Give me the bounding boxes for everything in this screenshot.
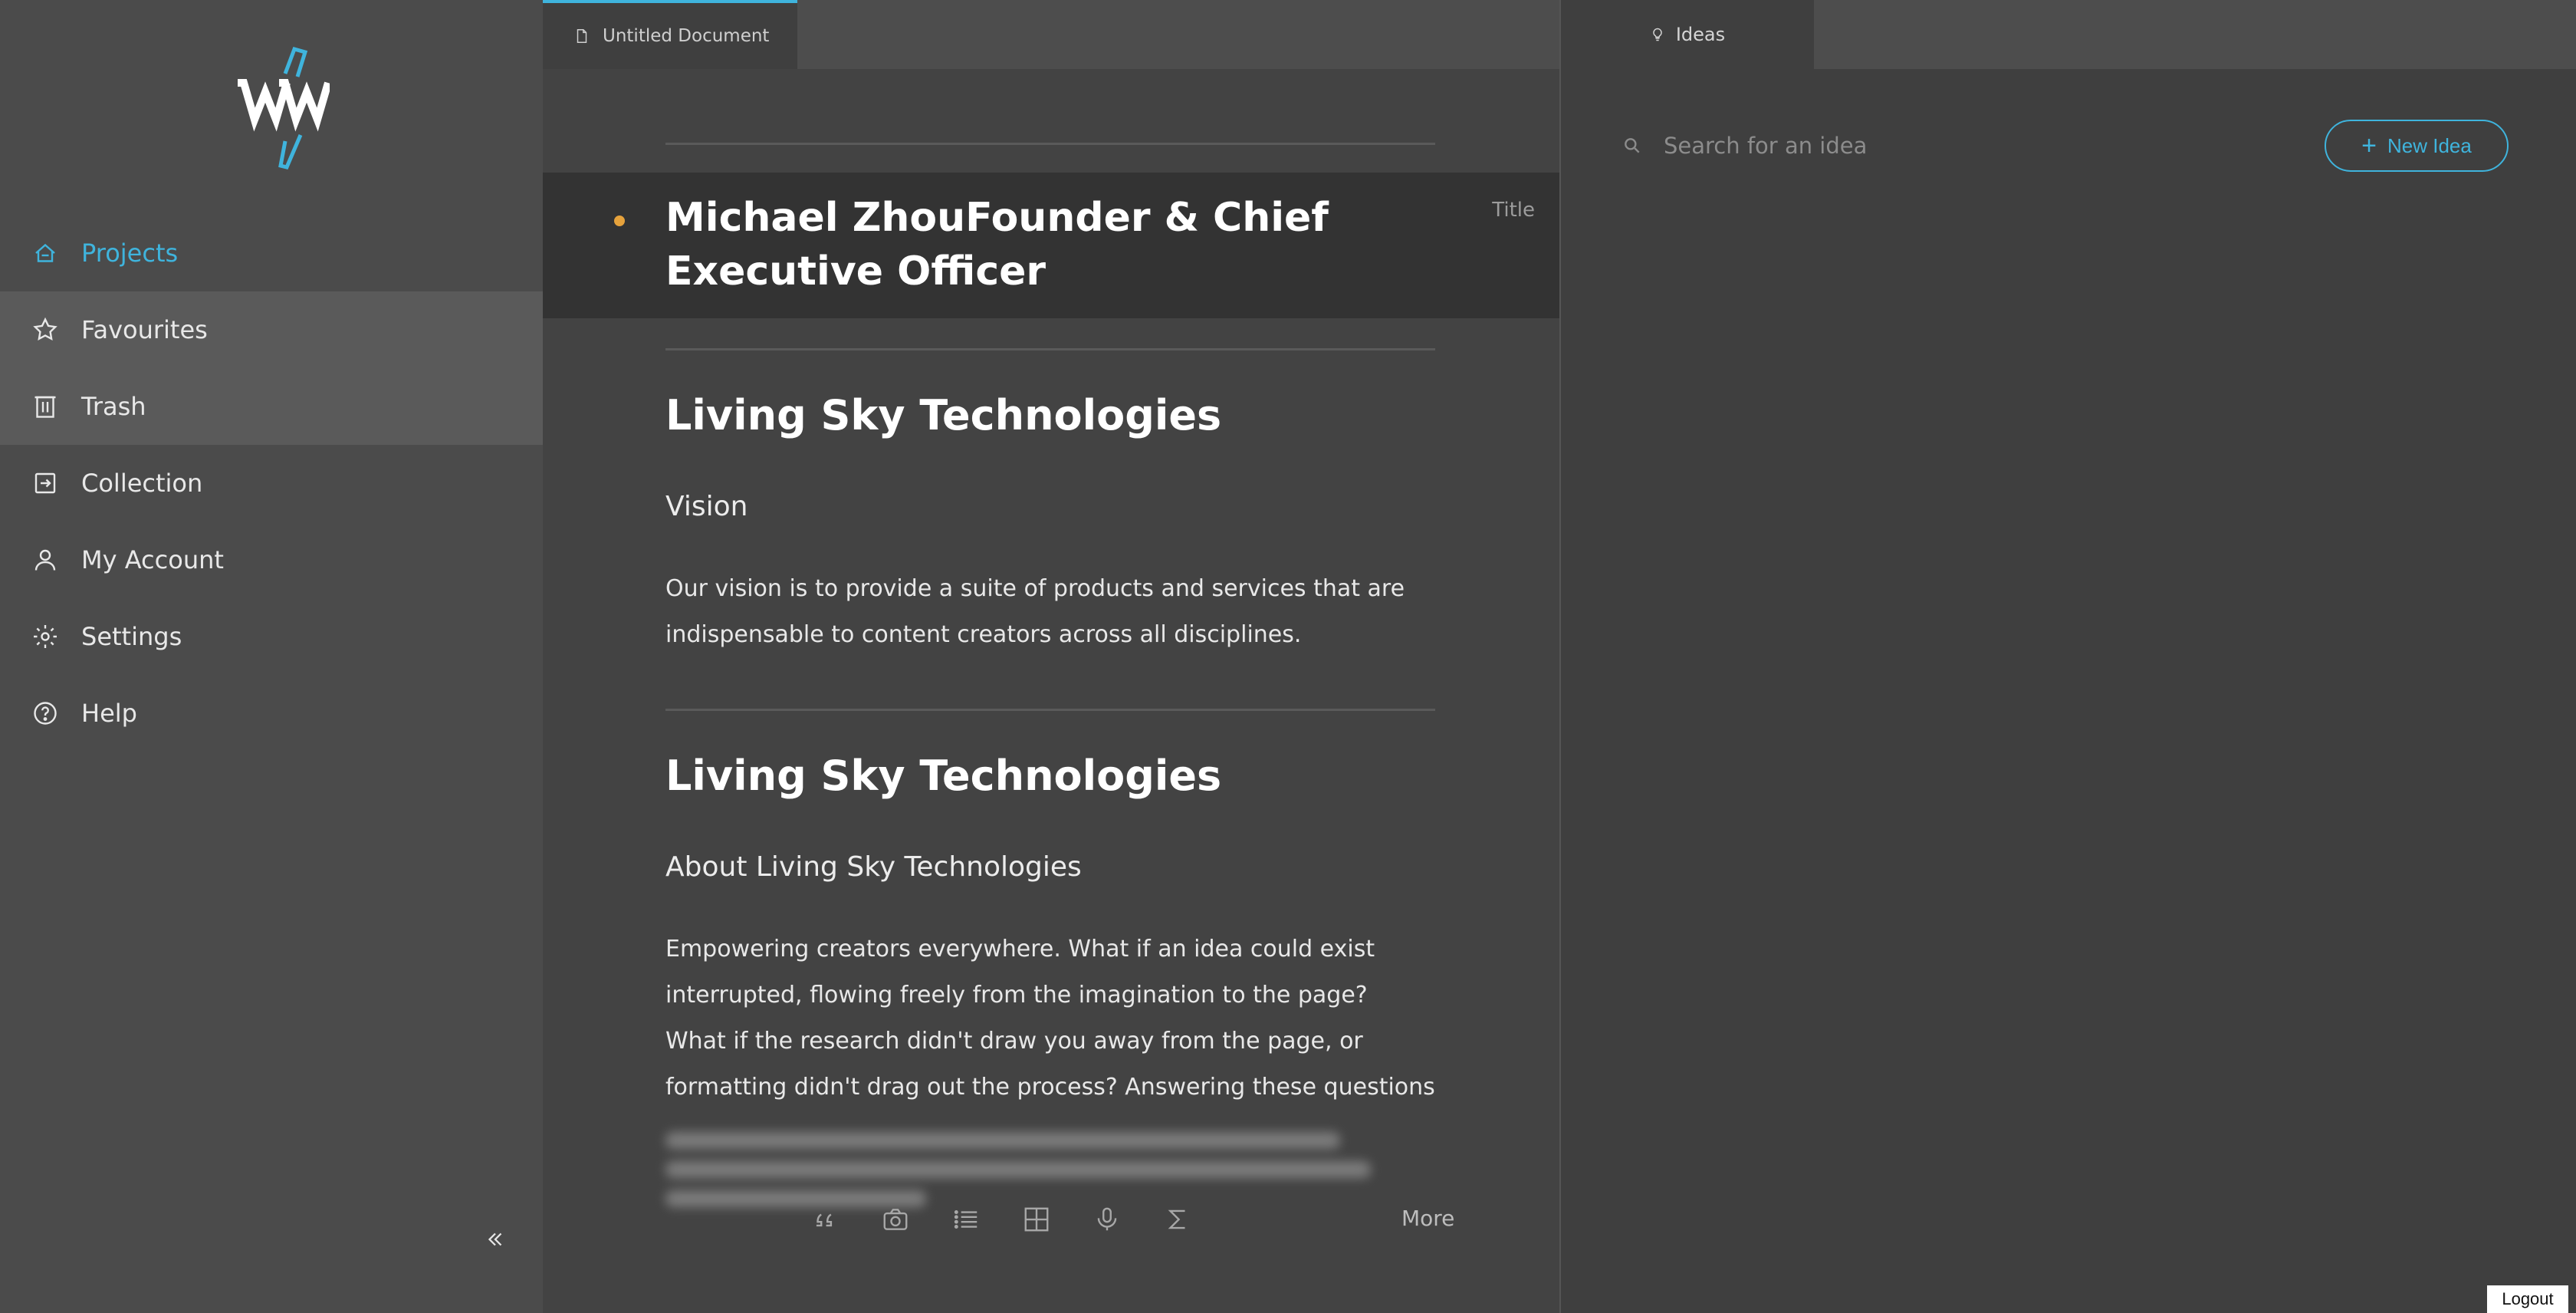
more-button[interactable]: More bbox=[1401, 1206, 1454, 1231]
tab-label: Untitled Document bbox=[603, 26, 770, 46]
projects-icon bbox=[31, 239, 60, 268]
sidebar-item-help[interactable]: Help bbox=[0, 675, 543, 752]
active-block-dot bbox=[614, 216, 625, 226]
sidebar-item-my-account[interactable]: My Account bbox=[0, 522, 543, 598]
logout-button[interactable]: Logout bbox=[2487, 1285, 2568, 1313]
voice-input-button[interactable] bbox=[1090, 1203, 1124, 1236]
sigma-icon bbox=[1168, 1209, 1185, 1229]
title-block[interactable]: Michael ZhouFounder & Chief Executive Of… bbox=[543, 173, 1559, 318]
plus-icon: + bbox=[2361, 131, 2377, 160]
tab-label: Ideas bbox=[1675, 24, 1726, 45]
editor-toolbar: More bbox=[543, 1196, 1559, 1242]
list-icon bbox=[954, 1210, 978, 1229]
sidebar-item-settings[interactable]: Settings bbox=[0, 598, 543, 675]
section-subheading[interactable]: Vision bbox=[665, 491, 1435, 522]
camera-icon bbox=[883, 1209, 908, 1230]
section-paragraph[interactable]: Empowering creators everywhere. What if … bbox=[665, 926, 1435, 1111]
list-button[interactable] bbox=[949, 1203, 983, 1236]
sidebar-item-label: Favourites bbox=[81, 315, 208, 344]
sidebar-item-collection[interactable]: Collection bbox=[0, 445, 543, 522]
section-paragraph[interactable]: Our vision is to provide a suite of prod… bbox=[665, 566, 1435, 658]
block-type-label: Title bbox=[1492, 199, 1535, 222]
sidebar-item-favourites[interactable]: Favourites bbox=[0, 291, 543, 368]
microphone-icon bbox=[1097, 1207, 1117, 1231]
divider bbox=[665, 143, 1435, 145]
idea-search bbox=[1622, 123, 2236, 169]
section-heading[interactable]: Living Sky Technologies bbox=[665, 752, 1435, 800]
app-window: Projects Favourites Trash Collection My … bbox=[0, 0, 2576, 1313]
table-icon bbox=[1024, 1207, 1049, 1232]
ideas-panel: Ideas + New Idea bbox=[1559, 0, 2576, 1313]
sidebar-item-label: Collection bbox=[81, 469, 203, 498]
table-button[interactable] bbox=[1020, 1203, 1053, 1236]
sidebar-nav: Projects Favourites Trash Collection My … bbox=[0, 215, 543, 752]
trash-icon bbox=[31, 392, 60, 421]
search-icon bbox=[1625, 138, 1640, 153]
collection-icon bbox=[31, 469, 60, 498]
new-idea-label: New Idea bbox=[2387, 133, 2472, 157]
sidebar-item-projects[interactable]: Projects bbox=[0, 215, 543, 291]
star-icon bbox=[31, 315, 60, 344]
collapse-sidebar-button[interactable] bbox=[477, 1221, 514, 1258]
lightbulb-icon bbox=[1653, 28, 1662, 41]
equation-button[interactable] bbox=[1161, 1203, 1194, 1236]
sidebar-item-label: My Account bbox=[81, 545, 224, 574]
tab-untitled-document[interactable]: Untitled Document bbox=[543, 0, 797, 69]
quote-icon bbox=[816, 1213, 833, 1227]
document-editor: Untitled Document Michael ZhouFounder & … bbox=[543, 0, 1559, 1313]
section-subheading[interactable]: About Living Sky Technologies bbox=[665, 851, 1435, 883]
ideas-tab-bar: Ideas bbox=[1561, 0, 2576, 69]
search-input[interactable] bbox=[1664, 133, 2200, 159]
sidebar-item-label: Settings bbox=[81, 622, 182, 651]
tab-ideas[interactable]: Ideas bbox=[1561, 0, 1814, 69]
sidebar-item-label: Projects bbox=[81, 239, 179, 268]
document-tab-bar: Untitled Document bbox=[543, 0, 1559, 69]
gear-icon bbox=[31, 622, 60, 651]
section-heading[interactable]: Living Sky Technologies bbox=[665, 391, 1435, 439]
divider bbox=[665, 709, 1435, 711]
double-chevron-left-icon bbox=[488, 1232, 502, 1246]
app-logo bbox=[215, 43, 332, 181]
insert-image-button[interactable] bbox=[879, 1203, 912, 1236]
new-idea-button[interactable]: + New Idea bbox=[2325, 120, 2509, 172]
document-icon bbox=[577, 29, 587, 43]
sidebar: Projects Favourites Trash Collection My … bbox=[0, 0, 543, 1313]
user-icon bbox=[31, 545, 60, 574]
divider bbox=[665, 348, 1435, 350]
sidebar-item-label: Trash bbox=[81, 392, 146, 421]
quote-button[interactable] bbox=[808, 1203, 842, 1236]
sidebar-item-trash[interactable]: Trash bbox=[0, 368, 543, 445]
help-icon bbox=[31, 699, 60, 728]
document-title[interactable]: Michael ZhouFounder & Chief Executive Of… bbox=[665, 191, 1355, 298]
sidebar-item-label: Help bbox=[81, 699, 137, 728]
